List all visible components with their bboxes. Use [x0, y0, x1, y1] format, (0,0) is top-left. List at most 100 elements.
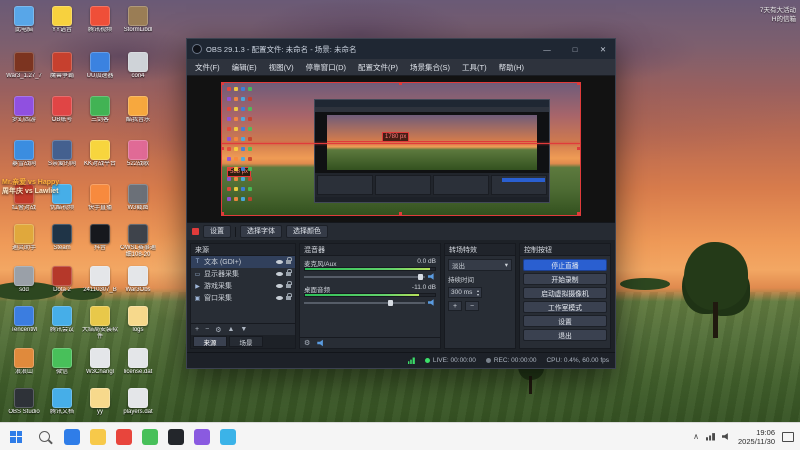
select-font-button[interactable]: 选择字体 [240, 225, 282, 238]
taskbar-clock[interactable]: 19:06 2025/11/30 [738, 428, 775, 446]
lock-icon[interactable] [286, 281, 292, 288]
menu-item[interactable]: 视图(V) [263, 59, 300, 75]
crop-handle[interactable] [577, 82, 580, 85]
visibility-eye-icon[interactable] [276, 272, 283, 276]
desktop-icon[interactable]: UU加速器 [82, 52, 118, 80]
desktop-icon[interactable]: 抖音 [82, 224, 118, 252]
control-button[interactable]: 退出 [523, 329, 607, 341]
source-settings-button[interactable]: 设置 [203, 225, 231, 238]
control-button[interactable]: 工作室模式 [523, 301, 607, 313]
mixer-gear-icon[interactable]: ⚙ [304, 339, 310, 347]
move-source-down-button[interactable]: ▼ [240, 326, 247, 333]
taskbar-app-obs[interactable] [164, 425, 188, 449]
taskbar-app-edge[interactable] [60, 425, 84, 449]
dock-tab[interactable]: 场景 [229, 336, 263, 347]
desktop-icon[interactable]: 三剑客 [82, 96, 118, 124]
desktop-icon[interactable]: license.dat [120, 348, 156, 376]
desktop-icon[interactable]: 腾讯会议 [44, 306, 80, 334]
taskbar-app-file-explorer[interactable] [86, 425, 110, 449]
volume-slider[interactable] [304, 272, 436, 281]
menu-item[interactable]: 场景集合(S) [404, 59, 456, 75]
select-color-button[interactable]: 选择颜色 [286, 225, 328, 238]
taskbar-app-game[interactable] [190, 425, 214, 449]
speaker-icon[interactable] [428, 299, 434, 306]
close-button[interactable]: ✕ [591, 39, 615, 59]
desktop-icon[interactable]: logs [120, 306, 156, 334]
crop-handle[interactable] [221, 147, 224, 150]
desktop-icon[interactable]: StormLibdl [120, 6, 156, 34]
mixer-speaker-icon[interactable] [317, 339, 323, 347]
crop-guide-line[interactable] [222, 143, 580, 144]
crop-handle[interactable] [577, 212, 580, 215]
obs-titlebar[interactable]: OBS 29.1.3 - 配置文件: 未命名 - 场景: 未命名 — □ ✕ [187, 39, 615, 59]
visibility-eye-icon[interactable] [276, 296, 283, 300]
taskbar-app-chrome[interactable] [112, 425, 136, 449]
spin-arrows-icon[interactable]: ▴ ▾ [477, 288, 479, 297]
network-icon[interactable] [706, 433, 716, 441]
menu-item[interactable]: 工具(T) [456, 59, 493, 75]
desktop-icon[interactable]: OWSL赛事通 细108-20 [120, 224, 156, 258]
crop-handle[interactable] [221, 212, 224, 215]
add-transition-button[interactable]: + [448, 301, 462, 311]
desktop-icon[interactable]: 大结局安装软件 [82, 306, 118, 340]
crop-handle[interactable] [399, 82, 402, 85]
taskbar-app-wechat[interactable] [138, 425, 162, 449]
lock-icon[interactable] [286, 269, 292, 276]
remove-transition-button[interactable]: − [465, 301, 479, 311]
volume-icon[interactable] [722, 433, 728, 440]
desktop-icon[interactable]: OB账号 [44, 96, 80, 124]
desktop-icon[interactable]: KK对战平台 [82, 140, 118, 168]
crop-handle[interactable] [577, 147, 580, 150]
minimize-button[interactable]: — [535, 39, 559, 59]
desktop-icon[interactable]: sdd [6, 266, 42, 294]
remove-source-button[interactable]: − [205, 326, 209, 333]
source-row[interactable]: T 文本 (GDI+) [191, 256, 295, 268]
menu-item[interactable]: 帮助(H) [493, 59, 530, 75]
desktop-icon[interactable]: W3截图 [120, 184, 156, 212]
menu-item[interactable]: 停靠窗口(D) [300, 59, 352, 75]
menu-item[interactable]: 配置文件(P) [352, 59, 404, 75]
desktop-icon[interactable]: con4 [120, 52, 156, 80]
desktop-icon[interactable]: players.dat [120, 388, 156, 416]
lock-icon[interactable] [286, 293, 292, 300]
desktop-icon[interactable]: 24110307_B [82, 266, 118, 294]
visibility-eye-icon[interactable] [276, 284, 283, 288]
search-button[interactable] [32, 425, 56, 449]
dock-tab[interactable]: 来源 [193, 336, 227, 347]
source-properties-gear-icon[interactable]: ⚙ [215, 326, 221, 334]
desktop-icon[interactable]: 腾讯视频 [82, 6, 118, 34]
desktop-icon[interactable]: W3Changl [82, 348, 118, 376]
desktop-icon[interactable]: 此电脑 [6, 6, 42, 34]
desktop-icon[interactable]: 微信 [44, 348, 80, 376]
volume-slider[interactable] [304, 298, 436, 307]
desktop-icon[interactable]: 梦幻西游 [6, 96, 42, 124]
control-button[interactable]: 停止直播 [523, 259, 607, 271]
lock-icon[interactable] [286, 257, 292, 264]
desktop-icon[interactable]: 魔兽争霸 [44, 52, 80, 80]
desktop-icon[interactable]: YY语音 [44, 6, 80, 34]
control-button[interactable]: 设置 [523, 315, 607, 327]
desktop-icon[interactable]: War3_1.27_7 [6, 52, 42, 80]
desktop-icon[interactable]: Dota 2 [44, 266, 80, 294]
menu-item[interactable]: 文件(F) [189, 59, 226, 75]
desktop-icon[interactable]: OBS Studio [6, 388, 42, 416]
desktop-icon[interactable]: TencentM [6, 306, 42, 334]
desktop-icon[interactable]: War3Obs [120, 266, 156, 294]
add-source-button[interactable]: + [195, 326, 199, 333]
desktop-icon[interactable]: Steam [44, 224, 80, 252]
start-button[interactable] [4, 425, 28, 449]
control-button[interactable]: 启动虚拟摄像机 [523, 287, 607, 299]
desktop-icon[interactable]: 酷我音乐 [120, 96, 156, 124]
action-center-icon[interactable] [782, 431, 794, 442]
source-row[interactable]: ▣ 窗口采集 [191, 292, 295, 304]
tray-expand-chevron-icon[interactable]: ∧ [693, 432, 699, 441]
slider-handle[interactable] [418, 273, 424, 280]
maximize-button[interactable]: □ [563, 39, 587, 59]
desktop-icon[interactable]: S亲爱的网 [44, 140, 80, 168]
slider-handle[interactable] [388, 299, 394, 306]
taskbar-app-browser[interactable] [216, 425, 240, 449]
desktop-icon[interactable]: 通灵助手 [6, 224, 42, 252]
visibility-eye-icon[interactable] [276, 260, 283, 264]
source-row[interactable]: ▶ 游戏采集 [191, 280, 295, 292]
menu-item[interactable]: 编辑(E) [226, 59, 263, 75]
